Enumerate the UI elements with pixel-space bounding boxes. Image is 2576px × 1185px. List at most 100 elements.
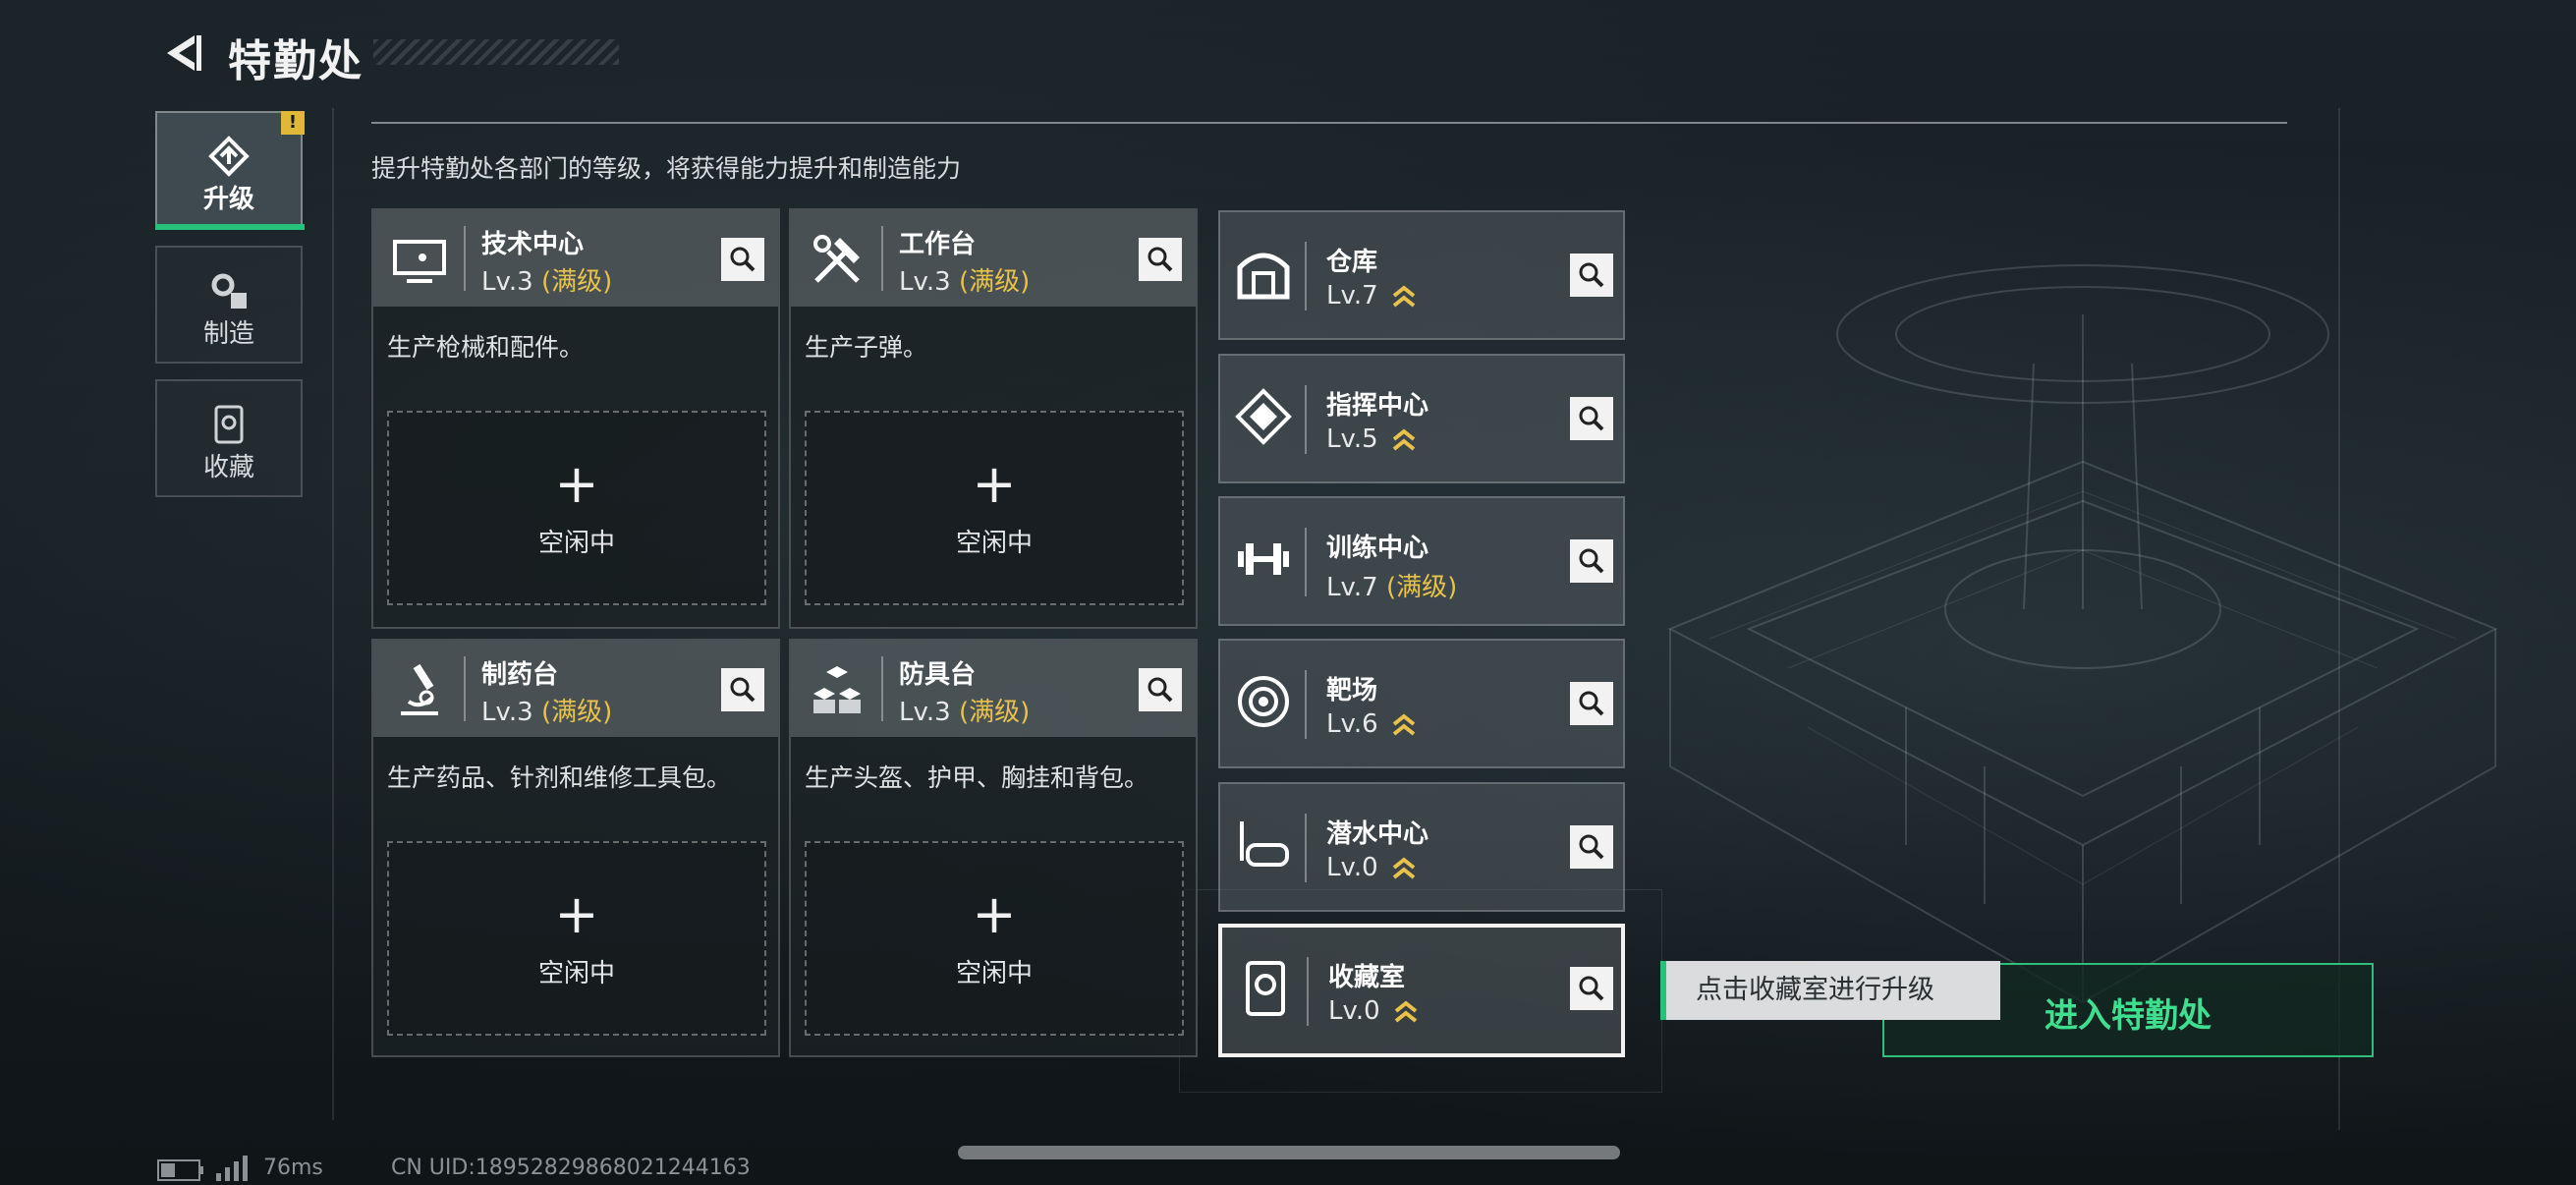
facility-card-command-center[interactable]: 指挥中心 Lv.5	[1218, 354, 1625, 483]
facility-name: 防具台	[899, 660, 977, 690]
search-icon	[730, 247, 756, 272]
facility-level: Lv.7 (满级)	[1326, 573, 1458, 602]
facility-name: 收藏室	[1328, 963, 1406, 992]
facility-name: 技术中心	[481, 230, 585, 259]
inspect-button[interactable]	[1570, 825, 1613, 869]
facility-description: 生产药品、针剂和维修工具包。	[387, 763, 732, 792]
inspect-button[interactable]	[1139, 238, 1182, 281]
slot-status: 空闲中	[955, 529, 1033, 558]
slot-status: 空闲中	[537, 959, 615, 988]
card-separator	[1305, 814, 1307, 882]
nav-tab-craft-label: 制造	[202, 319, 254, 349]
inspect-button[interactable]	[721, 238, 764, 281]
card-header: 制药台 Lv.3 (满级)	[373, 641, 778, 737]
computer-icon	[393, 240, 446, 283]
upgrade-icon	[208, 136, 250, 177]
facility-card-workbench[interactable]: 工作台 Lv.3 (满级) 生产子弹。 + 空闲中	[789, 208, 1198, 629]
facility-name: 指挥中心	[1326, 391, 1429, 421]
nav-tab-craft[interactable]: 制造	[155, 246, 303, 364]
building-wireframe-illustration	[1667, 264, 2498, 1004]
inspect-button[interactable]	[1570, 682, 1613, 725]
facility-card-diving-center[interactable]: 潜水中心 Lv.0	[1218, 782, 1625, 912]
nav-tab-collection[interactable]: 收藏	[155, 379, 303, 497]
facility-level: Lv.5	[1326, 424, 1416, 455]
nav-tab-upgrade-label: 升级	[202, 185, 254, 214]
slot-status: 空闲中	[955, 959, 1033, 988]
upgrade-available-icon	[1392, 856, 1416, 879]
upgrade-available-icon	[1392, 712, 1416, 736]
facility-level: Lv.3 (满级)	[481, 698, 613, 727]
inspect-button[interactable]	[1570, 397, 1613, 440]
facility-card-training-center[interactable]: 训练中心 Lv.7 (满级)	[1218, 496, 1625, 626]
card-header: 工作台 Lv.3 (满级)	[791, 210, 1196, 307]
battery-icon	[157, 1159, 203, 1181]
alert-badge: !	[281, 111, 305, 135]
upgrade-available-icon	[1392, 284, 1416, 308]
facility-description: 生产子弹。	[805, 333, 928, 362]
max-level-tag: (满级)	[1385, 573, 1458, 602]
armor-blocks-icon	[813, 666, 861, 713]
signal-icon	[216, 1156, 248, 1181]
max-level-tag: (满级)	[958, 698, 1031, 727]
facility-description: 生产头盔、护甲、胸挂和背包。	[805, 763, 1149, 792]
inspect-button[interactable]	[721, 668, 764, 711]
card-header: 技术中心 Lv.3 (满级)	[373, 210, 778, 307]
production-slot[interactable]: + 空闲中	[387, 841, 766, 1036]
production-slot[interactable]: + 空闲中	[805, 841, 1184, 1036]
card-separator	[1305, 528, 1307, 596]
facility-description: 生产枪械和配件。	[387, 333, 585, 362]
max-level-tag: (满级)	[540, 267, 613, 297]
facility-card-shooting-range[interactable]: 靶场 Lv.6	[1218, 639, 1625, 768]
card-separator	[1305, 385, 1307, 454]
slot-status: 空闲中	[537, 529, 615, 558]
upgrade-available-icon	[1392, 427, 1416, 451]
collection-case-icon	[1246, 961, 1285, 1016]
back-arrow-icon[interactable]	[157, 29, 204, 77]
tooltip-accent	[1660, 961, 1666, 1020]
active-tab-indicator	[155, 224, 305, 230]
search-icon	[1579, 262, 1604, 288]
production-slot[interactable]: + 空闲中	[805, 411, 1184, 605]
production-slot[interactable]: + 空闲中	[387, 411, 766, 605]
nav-tab-collection-label: 收藏	[202, 453, 254, 482]
card-separator	[881, 656, 883, 721]
search-icon	[1579, 834, 1604, 860]
add-icon: +	[972, 453, 1017, 515]
facility-card-collection-room[interactable]: 收藏室 Lv.0	[1218, 924, 1625, 1057]
nav-divider	[332, 108, 334, 1120]
facility-name: 工作台	[899, 230, 977, 259]
dumbbell-icon	[1238, 543, 1289, 575]
card-separator	[464, 656, 466, 721]
facility-name: 仓库	[1326, 248, 1378, 277]
gears-icon	[211, 273, 247, 309]
add-icon: +	[972, 883, 1017, 945]
facility-name: 制药台	[481, 660, 559, 690]
inspect-button[interactable]	[1570, 254, 1613, 297]
header-rule	[371, 122, 2287, 124]
command-chip-icon	[1235, 388, 1292, 445]
card-header: 防具台 Lv.3 (满级)	[791, 641, 1196, 737]
inspect-button[interactable]	[1570, 967, 1613, 1010]
inspect-button[interactable]	[1139, 668, 1182, 711]
facility-card-armor-bench[interactable]: 防具台 Lv.3 (满级) 生产头盔、护甲、胸挂和背包。 + 空闲中	[789, 639, 1198, 1057]
card-separator	[1305, 242, 1307, 310]
warehouse-icon	[1237, 253, 1290, 300]
facility-card-pharmacy[interactable]: 制药台 Lv.3 (满级) 生产药品、针剂和维修工具包。 + 空闲中	[371, 639, 780, 1057]
target-icon	[1238, 676, 1289, 727]
facility-level: Lv.0	[1328, 996, 1418, 1027]
facility-name: 靶场	[1326, 676, 1378, 705]
facility-level: Lv.3 (满级)	[899, 267, 1031, 297]
add-icon: +	[554, 453, 599, 515]
facility-card-tech-center[interactable]: 技术中心 Lv.3 (满级) 生产枪械和配件。 + 空闲中	[371, 208, 780, 629]
facility-card-warehouse[interactable]: 仓库 Lv.7	[1218, 210, 1625, 340]
home-indicator[interactable]	[958, 1146, 1620, 1159]
inspect-button[interactable]	[1570, 539, 1613, 583]
facility-level: Lv.6	[1326, 709, 1416, 740]
facility-level: Lv.3 (满级)	[899, 698, 1031, 727]
search-icon	[1579, 976, 1604, 1001]
hammer-wrench-icon	[813, 235, 860, 283]
facility-level: Lv.3 (满级)	[481, 267, 613, 297]
title-decor-stripes	[373, 39, 619, 65]
page-title: 特勤处	[228, 36, 364, 86]
search-icon	[730, 677, 756, 703]
